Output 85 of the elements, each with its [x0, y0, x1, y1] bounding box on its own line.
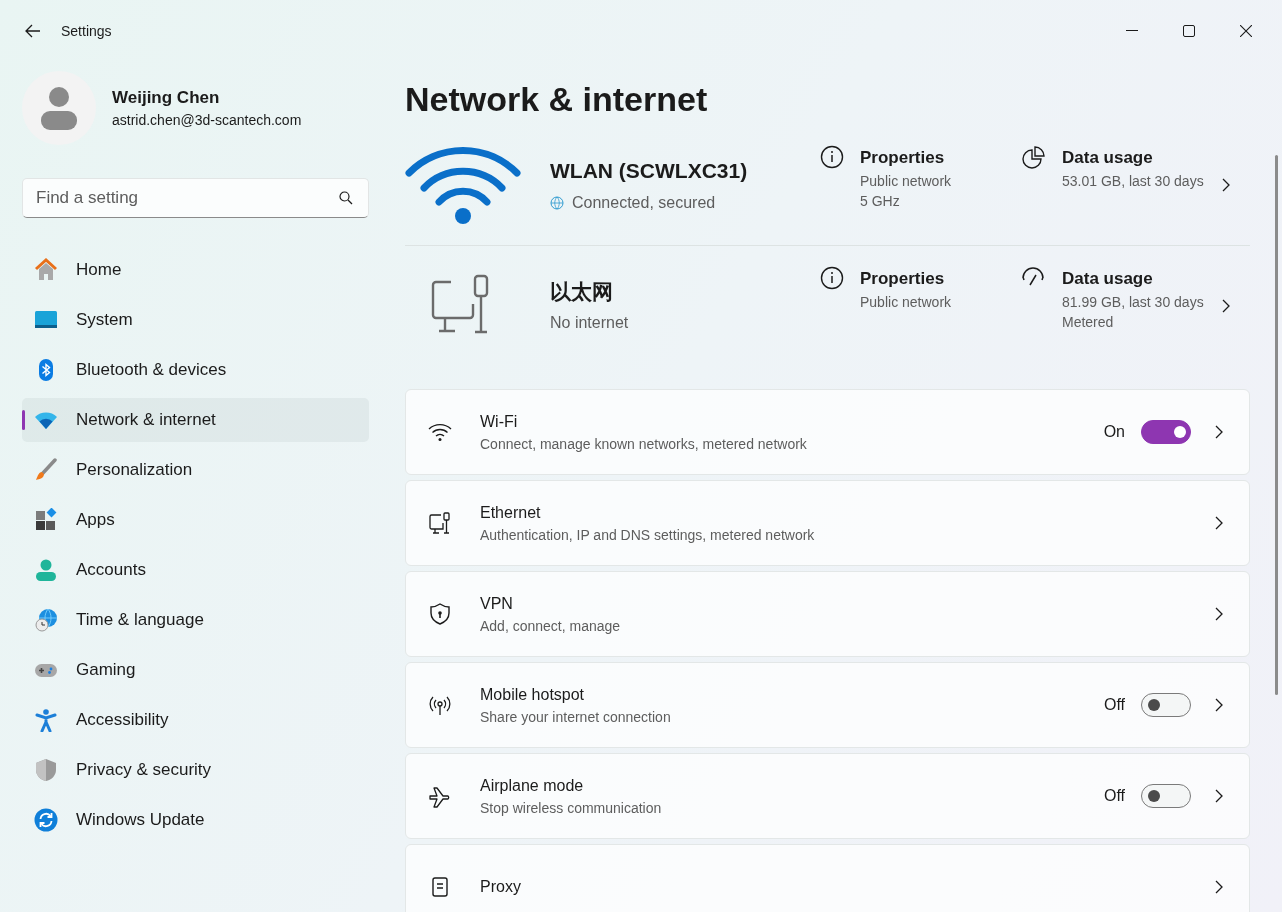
setting-description: Share your internet connection: [480, 707, 672, 727]
data-usage-value: 53.01 GB, last 30 days: [1062, 171, 1204, 191]
setting-title: Airplane mode: [480, 775, 585, 796]
setting-title: VPN: [480, 593, 514, 614]
nav-item[interactable]: Gaming: [22, 648, 369, 692]
apps-icon: [34, 508, 58, 532]
search-icon: [339, 191, 353, 205]
user-email: astrid.chen@3d-scantech.com: [112, 111, 302, 131]
chevron-icon: [1215, 698, 1223, 712]
nav-item[interactable]: Accounts: [22, 548, 369, 592]
chevron-icon: [1215, 789, 1223, 803]
sync-icon: [34, 808, 58, 832]
globe-icon: [550, 195, 564, 210]
nav-item[interactable]: Windows Update: [22, 798, 369, 842]
properties-title: Properties: [860, 268, 946, 290]
toggle-state-label: Off: [1103, 786, 1125, 806]
chevron-icon: [1215, 425, 1223, 439]
setting-title: Wi-Fi: [480, 411, 519, 432]
toggle-switch[interactable]: [1141, 784, 1191, 808]
info-icon: [820, 266, 844, 290]
accessibility-icon: [34, 708, 58, 732]
house-icon: [34, 258, 58, 282]
page-title: Network & internet: [405, 79, 709, 120]
search-field[interactable]: Find a setting: [22, 178, 369, 218]
connection-status: Connected, secured: [572, 192, 716, 213]
setting-description: Add, connect, manage: [480, 616, 622, 636]
properties-title: Properties: [860, 147, 946, 169]
wifi-icon: [405, 145, 521, 225]
selection-indicator: [22, 410, 25, 430]
property-value: Public network: [860, 292, 952, 312]
shield-icon: [428, 602, 452, 626]
paintbrush-icon: [34, 458, 58, 482]
airplane-icon: [428, 784, 452, 808]
data-usage-value: Metered: [1062, 312, 1115, 332]
window-title: Settings: [61, 21, 112, 41]
setting-title: Ethernet: [480, 502, 542, 523]
nav-item[interactable]: Bluetooth & devices: [22, 348, 369, 392]
setting-card[interactable]: Proxy: [405, 844, 1250, 912]
nav-item[interactable]: System: [22, 298, 369, 342]
toggle-state-label: On: [1103, 422, 1125, 442]
setting-card[interactable]: Ethernet Authentication, IP and DNS settings, metered network: [405, 480, 1250, 566]
minimize-icon: [1125, 30, 1138, 32]
setting-card[interactable]: Airplane mode Stop wireless communication Off: [405, 753, 1250, 839]
maximize-icon: [1182, 25, 1195, 37]
globe-clock-icon: [34, 608, 58, 632]
toggle-state-label: Off: [1103, 695, 1125, 715]
nav-item[interactable]: Network & internet: [22, 398, 369, 442]
chevron-icon: [1215, 880, 1223, 894]
nav-item[interactable]: Personalization: [22, 448, 369, 492]
data-usage-title: Data usage: [1062, 147, 1154, 169]
back-arrow-icon: [24, 24, 41, 38]
pie-chart-icon: [1020, 145, 1046, 169]
chevron-icon: [1222, 178, 1230, 192]
property-value: Public network: [860, 171, 952, 191]
nav-item[interactable]: Apps: [22, 498, 369, 542]
connection-status: No internet: [550, 313, 629, 334]
shield-icon: [34, 758, 58, 782]
data-usage-title: Data usage: [1062, 268, 1154, 290]
setting-card[interactable]: Mobile hotspot Share your internet connection Off: [405, 662, 1250, 748]
setting-description: Authentication, IP and DNS settings, metered network: [480, 525, 816, 545]
toggle-switch[interactable]: [1141, 420, 1191, 444]
data-usage-value: 81.99 GB, last 30 days: [1062, 292, 1204, 312]
connection-name: 以太网: [550, 278, 614, 305]
chevron-icon: [1215, 516, 1223, 530]
scrollbar[interactable]: [1275, 155, 1278, 695]
setting-description: Stop wireless communication: [480, 798, 663, 818]
chevron-icon: [1222, 298, 1230, 313]
setting-description: Connect, manage known networks, metered network: [480, 434, 808, 454]
close-icon: [1239, 25, 1252, 37]
setting-title: Mobile hotspot: [480, 684, 586, 705]
person-icon: [34, 558, 58, 582]
connection-name: WLAN (SCWLXC31): [550, 158, 749, 185]
nav-item[interactable]: Home: [22, 248, 369, 292]
nav-item[interactable]: Time & language: [22, 598, 369, 642]
toggle-switch[interactable]: [1141, 693, 1191, 717]
info-icon: [820, 145, 844, 169]
chevron-icon: [1215, 607, 1223, 621]
computer-icon: [428, 511, 452, 535]
setting-title: Proxy: [480, 877, 522, 897]
property-value: 5 GHz: [860, 191, 901, 211]
nav-item[interactable]: Accessibility: [22, 698, 369, 742]
setting-card[interactable]: Wi-Fi Connect, manage known networks, metered network On: [405, 389, 1250, 475]
nav-item[interactable]: Privacy & security: [22, 748, 369, 792]
setting-card[interactable]: VPN Add, connect, manage: [405, 571, 1250, 657]
user-name: Weijing Chen: [112, 86, 221, 109]
